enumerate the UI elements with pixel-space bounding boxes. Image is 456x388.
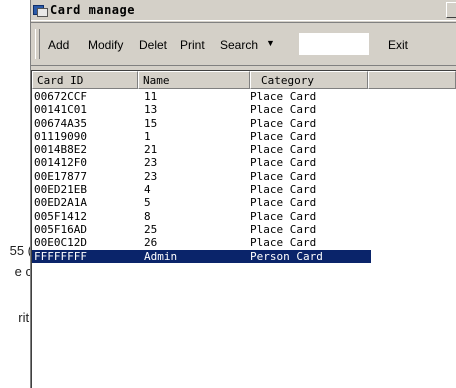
card-id-cell: 00674A35 bbox=[34, 116, 87, 130]
add-button[interactable]: Add bbox=[48, 38, 69, 52]
card-id-cell: 01119090 bbox=[34, 129, 87, 143]
card-id-cell: 00ED2A1A bbox=[34, 196, 87, 210]
name-cell: 26 bbox=[144, 236, 158, 250]
category-cell: Place Card bbox=[250, 236, 317, 250]
search-input[interactable] bbox=[299, 33, 369, 55]
search-button[interactable]: Search bbox=[220, 38, 258, 52]
name-cell: Admin bbox=[144, 249, 178, 263]
name-cell: 8 bbox=[144, 209, 151, 223]
name-cell: 21 bbox=[144, 143, 158, 157]
card-id-cell: 0014B8E2 bbox=[34, 143, 87, 157]
name-cell: 11 bbox=[144, 90, 158, 103]
category-cell: Place Card bbox=[250, 103, 317, 117]
category-cell: Place Card bbox=[250, 143, 317, 157]
card-id-cell: 00ED21EB bbox=[34, 183, 87, 197]
name-cell: 5 bbox=[144, 196, 151, 210]
toolbar: Add Modify Delet Print Search ▼ Exit bbox=[31, 22, 456, 66]
name-cell: 4 bbox=[144, 183, 151, 197]
category-cell: Place Card bbox=[250, 209, 317, 223]
card-id-cell: FFFFFFFF bbox=[34, 249, 87, 263]
column-header-filler bbox=[368, 71, 456, 89]
print-button[interactable]: Print bbox=[180, 38, 205, 52]
card-id-cell: 00E0C12D bbox=[34, 236, 87, 250]
card-id-cell: 001412F0 bbox=[34, 156, 87, 170]
name-cell: 15 bbox=[144, 116, 158, 130]
card-list[interactable]: Card ID Name Category 00672CCF 11 Place Ca… bbox=[31, 70, 456, 388]
category-cell: Place Card bbox=[250, 90, 317, 103]
category-cell: Place Card bbox=[250, 222, 317, 236]
dropdown-arrow-icon[interactable]: ▼ bbox=[266, 38, 275, 48]
category-cell: Place Card bbox=[250, 196, 317, 210]
category-cell: Place Card bbox=[250, 169, 317, 183]
list-header: Card ID Name Category bbox=[32, 71, 456, 89]
category-cell: Place Card bbox=[250, 116, 317, 130]
title-bar[interactable]: Card manage bbox=[31, 0, 456, 21]
background-text-fragment: 55 ( bbox=[9, 243, 32, 258]
card-id-cell: 00672CCF bbox=[34, 90, 87, 103]
name-cell: 25 bbox=[144, 222, 158, 236]
background-document: 55 ( e c riti bbox=[0, 0, 32, 388]
window-title: Card manage bbox=[50, 3, 135, 17]
card-id-cell: 005F16AD bbox=[34, 222, 87, 236]
card-id-cell: 00E17877 bbox=[34, 169, 87, 183]
exit-button[interactable]: Exit bbox=[388, 38, 408, 52]
modify-button[interactable]: Modify bbox=[88, 38, 123, 52]
category-cell: Place Card bbox=[250, 129, 317, 143]
card-id-cell: 005F1412 bbox=[34, 209, 87, 223]
name-cell: 23 bbox=[144, 156, 158, 170]
column-header-name[interactable]: Name bbox=[138, 71, 250, 89]
card-id-cell: 00141C01 bbox=[34, 103, 87, 117]
category-cell: Person Card bbox=[250, 249, 323, 263]
name-cell: 1 bbox=[144, 129, 151, 143]
toolbar-grip[interactable] bbox=[35, 29, 40, 59]
card-manage-window: Card manage Add Modify Delet Print Searc… bbox=[30, 0, 456, 388]
category-cell: Place Card bbox=[250, 156, 317, 170]
card-stack-icon bbox=[33, 4, 48, 17]
category-cell: Place Card bbox=[250, 183, 317, 197]
column-header-card-id[interactable]: Card ID bbox=[32, 71, 138, 89]
delete-button[interactable]: Delet bbox=[139, 38, 167, 52]
column-header-category[interactable]: Category bbox=[250, 71, 368, 89]
name-cell: 23 bbox=[144, 169, 158, 183]
name-cell: 13 bbox=[144, 103, 158, 117]
title-bar-button[interactable] bbox=[446, 2, 456, 18]
